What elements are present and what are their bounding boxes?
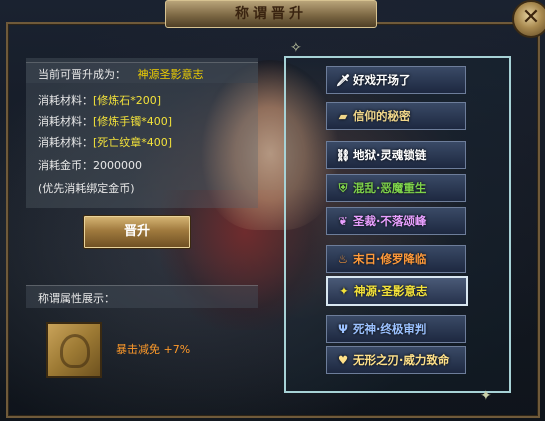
decorative-star-icon: ✧ (290, 40, 302, 56)
title-list-item[interactable]: ▰ 信仰的秘密 (326, 102, 466, 130)
material-label: 消耗材料： (38, 115, 93, 128)
title-list-item[interactable]: ❦ 圣裁·不落颂峰 (326, 207, 466, 235)
title-list-item-label: 无形之刃·威力致命 (353, 353, 450, 367)
title-list-item[interactable]: 🗡 好戏开场了 (326, 66, 466, 94)
material-label: 消耗材料： (38, 94, 93, 107)
attribute-header: 称谓属性展示： (38, 292, 115, 305)
material-value: [修炼手镯*400] (93, 115, 173, 128)
upgrade-target-value: 神源圣影意志 (137, 68, 204, 81)
upgrade-target-label: 当前可晋升成为： (38, 68, 126, 81)
title-list-item[interactable]: ⛓ 地狱·灵魂锁链 (326, 141, 466, 169)
flame-icon: ♨ (337, 252, 349, 266)
title-list-item[interactable]: ♨ 末日·修罗降临 (326, 245, 466, 273)
title-list-item[interactable]: ♥ 无形之刃·威力致命 (326, 346, 466, 374)
gold-label: 消耗金币： (38, 159, 93, 172)
title-list-item[interactable]: ⛨ 混乱·恶魔重生 (326, 174, 466, 202)
scythe-icon: Ψ (338, 322, 348, 336)
shield-icon: ⛨ (338, 181, 348, 195)
chain-icon: ⛓ (335, 148, 351, 162)
title-list-item-label: 神源·圣影意志 (354, 284, 428, 298)
title-list-item[interactable]: Ψ 死神·终极审判 (326, 315, 466, 343)
window-title: 称谓晋升 (165, 0, 377, 28)
title-list-item-label: 混乱·恶魔重生 (353, 181, 427, 195)
wing-icon: ❦ (338, 214, 348, 228)
promote-button[interactable]: 晋升 (83, 215, 191, 249)
heart-icon: ♥ (337, 353, 349, 367)
material-value: [死亡纹章*400] (93, 136, 173, 149)
title-list-item-label: 圣裁·不落颂峰 (353, 214, 427, 228)
attribute-effect: 暴击减免 +7% (116, 343, 191, 356)
title-list-item[interactable]: ✦ 神源·圣影意志 (326, 276, 468, 306)
title-list-item-label: 信仰的秘密 (353, 109, 411, 123)
title-list-item-label: 好戏开场了 (353, 73, 411, 87)
title-list-item-label: 地狱·灵魂锁链 (353, 148, 427, 162)
sword-icon: 🗡 (335, 73, 351, 87)
title-list-item-label: 末日·修罗降临 (353, 252, 427, 266)
title-list-item-label: 死神·终极审判 (353, 322, 427, 336)
close-icon[interactable]: ✕ (512, 0, 545, 38)
upgrade-target-row: 当前可晋升成为： 神源圣影意志 (38, 66, 204, 82)
material-row-2: 消耗材料：[修炼手镯*400] (38, 113, 172, 129)
decorative-star-icon: ✦ (480, 388, 492, 404)
gold-row: 消耗金币：2000000 (38, 157, 142, 173)
material-row-1: 消耗材料：[修炼石*200] (38, 92, 161, 108)
material-row-3: 消耗材料：[死亡纹章*400] (38, 134, 172, 150)
scroll-icon: ▰ (338, 109, 348, 123)
gold-value: 2000000 (93, 159, 142, 172)
material-label: 消耗材料： (38, 136, 93, 149)
gold-note: (优先消耗绑定金币) (38, 182, 135, 195)
material-value: [修炼石*200] (93, 94, 162, 107)
game-window: 称谓晋升 ✕ 当前可晋升成为： 神源圣影意志 消耗材料：[修炼石*200] 消耗… (0, 0, 545, 421)
title-badge-icon (46, 322, 102, 378)
star-icon: ✦ (339, 284, 349, 298)
